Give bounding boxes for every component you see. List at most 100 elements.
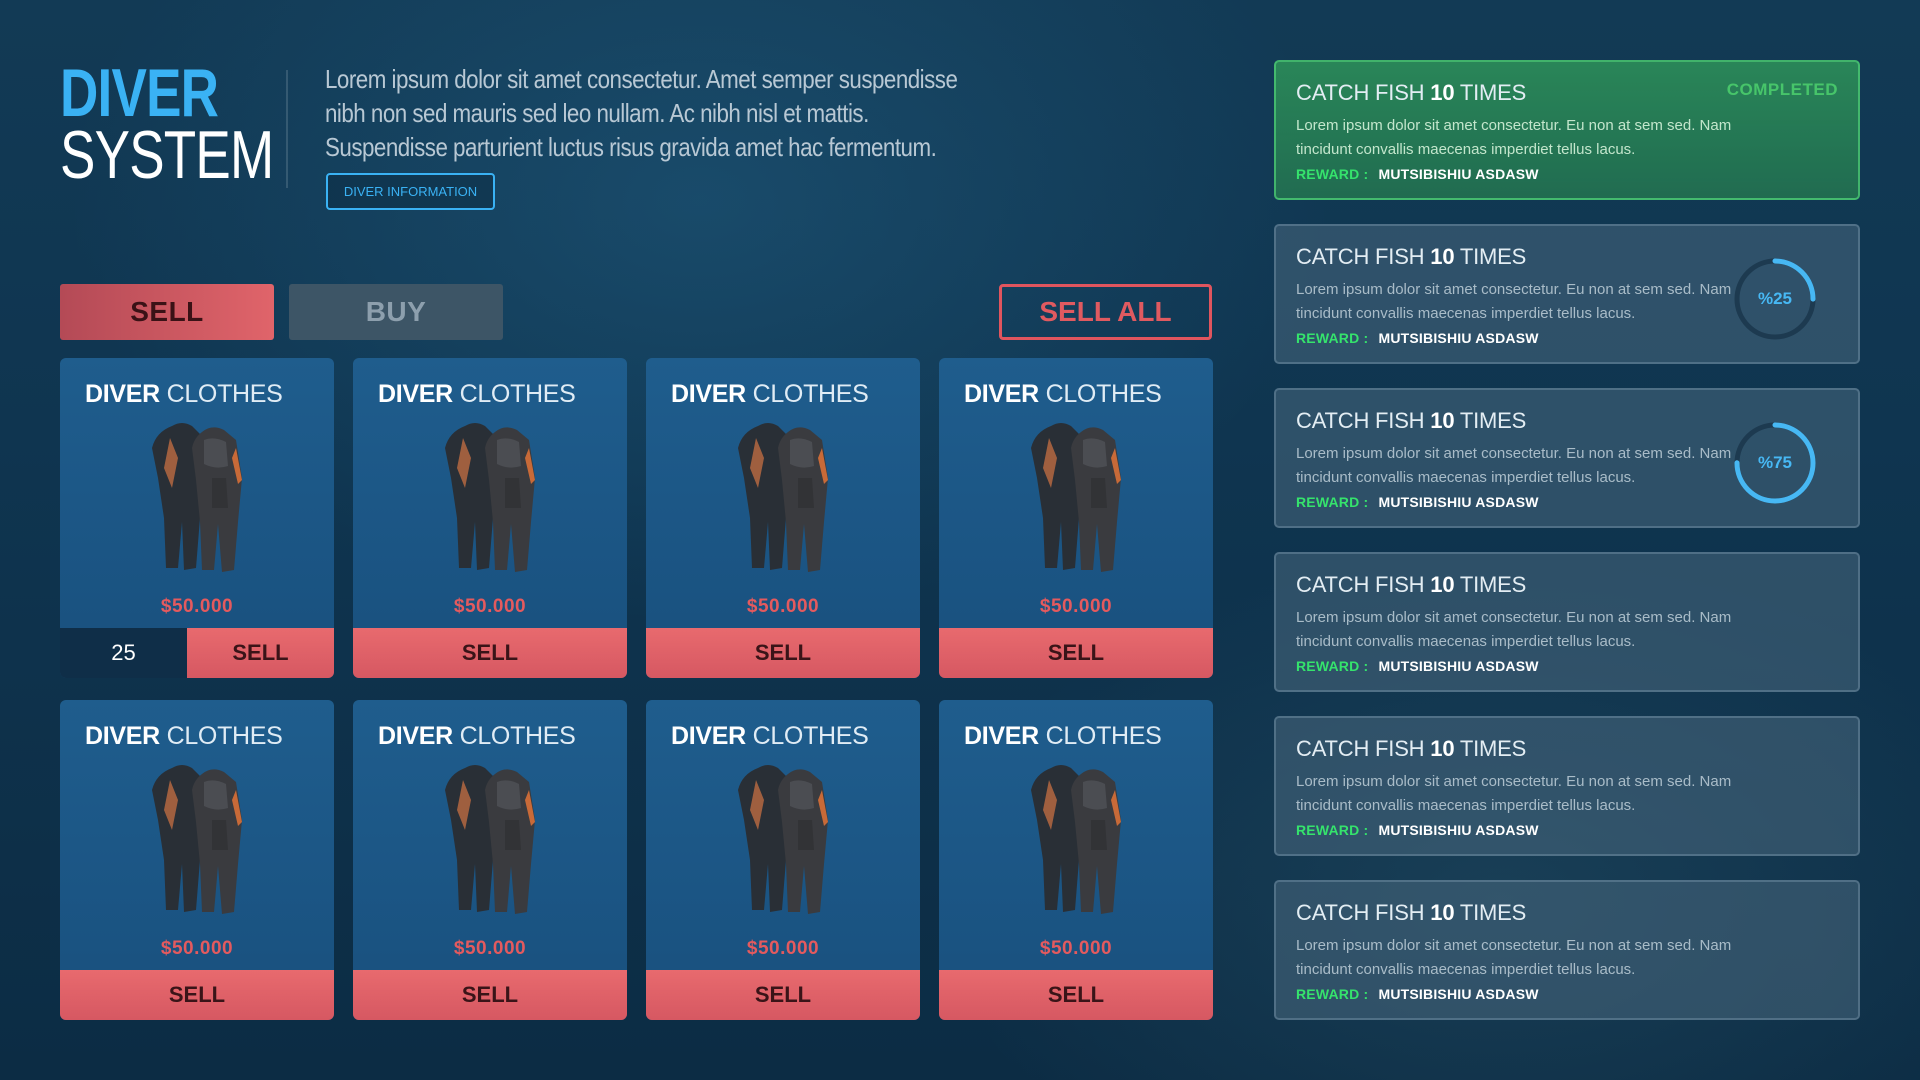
item-card-title: DIVER CLOTHES [85,380,283,409]
item-card[interactable]: DIVER CLOTHES $50.000 SELL [939,700,1213,1020]
item-card[interactable]: DIVER CLOTHES $50.000 25 SELL [60,358,334,678]
quest-progress-label: %75 [1757,453,1793,472]
brand-logo: DIVER SYSTEM [60,55,274,193]
quest-title-post: TIMES [1459,900,1527,925]
sell-all-button[interactable]: SELL ALL [999,284,1212,340]
item-card-title-light: CLOTHES [752,380,869,408]
quest-reward-value: MUTSIBISHIU ASDASW [1378,822,1539,838]
quest-reward-label: REWARD : [1296,986,1369,1002]
quest-title: CATCH FISH 10 TIMES [1296,408,1526,434]
item-card-title: DIVER CLOTHES [378,380,576,409]
quest-title-post: TIMES [1459,736,1527,761]
quest-title-pre: CATCH FISH [1296,736,1425,761]
item-sell-button[interactable]: SELL [646,628,920,678]
item-card[interactable]: DIVER CLOTHES $50.000 SELL [353,358,627,678]
quest-status: COMPLETED [1726,80,1838,99]
brand-title: SYSTEM [60,117,274,193]
item-price: $50.000 [1039,596,1113,617]
item-card-title-bold: DIVER [964,380,1039,408]
item-card-title-light: CLOTHES [752,722,869,750]
item-sell-button[interactable]: SELL [939,970,1213,1020]
quest-title: CATCH FISH 10 TIMES [1296,900,1526,926]
quest-title-count: 10 [1430,572,1455,597]
diver-information-button[interactable]: DIVER INFORMATION [326,173,495,210]
quest-card[interactable]: CATCH FISH 10 TIMES Lorem ipsum dolor si… [1274,60,1860,200]
item-price: $50.000 [453,938,527,959]
item-price: $50.000 [746,596,820,617]
header-divider [286,70,288,188]
quest-reward: REWARD : MUTSIBISHIU ASDASW [1296,658,1539,674]
tab-sell[interactable]: SELL [60,284,274,340]
item-sell-button[interactable]: SELL [939,628,1213,678]
quest-title-count: 10 [1430,80,1455,105]
item-card-title-light: CLOTHES [459,722,576,750]
item-card-title-bold: DIVER [378,380,453,408]
item-sell-button[interactable]: SELL [646,970,920,1020]
quest-reward-value: MUTSIBISHIU ASDASW [1378,658,1539,674]
quest-title-pre: CATCH FISH [1296,244,1425,269]
quest-reward-label: REWARD : [1296,658,1369,674]
quest-title-pre: CATCH FISH [1296,80,1425,105]
tab-buy[interactable]: BUY [289,284,503,340]
item-card-title: DIVER CLOTHES [85,722,283,751]
quest-title: CATCH FISH 10 TIMES [1296,244,1526,270]
item-card-title-light: CLOTHES [459,380,576,408]
quest-reward: REWARD : MUTSIBISHIU ASDASW [1296,330,1539,346]
wetsuit-icon [142,418,252,578]
quest-reward-value: MUTSIBISHIU ASDASW [1378,494,1539,510]
quest-title-pre: CATCH FISH [1296,900,1425,925]
quest-card[interactable]: CATCH FISH 10 TIMES Lorem ipsum dolor si… [1274,388,1860,528]
item-card[interactable]: DIVER CLOTHES $50.000 SELL [646,700,920,1020]
quest-reward-value: MUTSIBISHIU ASDASW [1378,330,1539,346]
quest-reward: REWARD : MUTSIBISHIU ASDASW [1296,166,1539,182]
quest-card[interactable]: CATCH FISH 10 TIMES Lorem ipsum dolor si… [1274,224,1860,364]
item-card-title: DIVER CLOTHES [378,722,576,751]
quest-description: Lorem ipsum dolor sit amet consectetur. … [1296,609,1732,650]
item-price: $50.000 [160,938,234,959]
quest-reward-value: MUTSIBISHIU ASDASW [1378,986,1539,1002]
intro-text: Lorem ipsum dolor sit amet consectetur. … [325,62,975,164]
item-sell-button[interactable]: SELL [353,628,627,678]
wetsuit-icon [1021,418,1131,578]
quest-description: Lorem ipsum dolor sit amet consectetur. … [1296,773,1732,814]
item-sell-button[interactable]: SELL [353,970,627,1020]
item-card-title: DIVER CLOTHES [671,380,869,409]
wetsuit-icon [435,418,545,578]
item-price: $50.000 [160,596,234,617]
item-card[interactable]: DIVER CLOTHES $50.000 SELL [939,358,1213,678]
quest-title-count: 10 [1430,736,1455,761]
item-card[interactable]: DIVER CLOTHES $50.000 SELL [646,358,920,678]
quest-reward: REWARD : MUTSIBISHIU ASDASW [1296,986,1539,1002]
quest-title-count: 10 [1430,408,1455,433]
item-card-title-bold: DIVER [671,722,746,750]
item-card-title-bold: DIVER [671,380,746,408]
item-sell-button[interactable]: SELL [187,628,334,678]
quest-title-count: 10 [1430,900,1455,925]
item-card-title-bold: DIVER [378,722,453,750]
item-card-title-bold: DIVER [964,722,1039,750]
item-sell-button[interactable]: SELL [60,970,334,1020]
intro-text-content: Lorem ipsum dolor sit amet consectetur. … [325,64,958,162]
item-price: $50.000 [453,596,527,617]
quest-card[interactable]: CATCH FISH 10 TIMES Lorem ipsum dolor si… [1274,716,1860,856]
quest-title: CATCH FISH 10 TIMES [1296,572,1526,598]
item-card[interactable]: DIVER CLOTHES $50.000 SELL [353,700,627,1020]
item-card-title-light: CLOTHES [1045,722,1162,750]
quantity-input[interactable]: 25 [60,628,187,678]
item-card[interactable]: DIVER CLOTHES $50.000 SELL [60,700,334,1020]
item-card-title: DIVER CLOTHES [964,380,1162,409]
wetsuit-icon [728,760,838,920]
quest-title: CATCH FISH 10 TIMES [1296,736,1526,762]
quest-description: Lorem ipsum dolor sit amet consectetur. … [1296,117,1732,158]
quest-title: CATCH FISH 10 TIMES [1296,80,1526,106]
quest-card[interactable]: CATCH FISH 10 TIMES Lorem ipsum dolor si… [1274,552,1860,692]
quest-reward-label: REWARD : [1296,494,1369,510]
quest-title-post: TIMES [1459,408,1527,433]
item-card-title-light: CLOTHES [1045,380,1162,408]
wetsuit-icon [1021,760,1131,920]
brand-title-accent: DIVER [60,55,219,131]
item-card-title: DIVER CLOTHES [671,722,869,751]
quest-card[interactable]: CATCH FISH 10 TIMES Lorem ipsum dolor si… [1274,880,1860,1020]
item-card-title-light: CLOTHES [166,722,283,750]
item-price: $50.000 [746,938,820,959]
